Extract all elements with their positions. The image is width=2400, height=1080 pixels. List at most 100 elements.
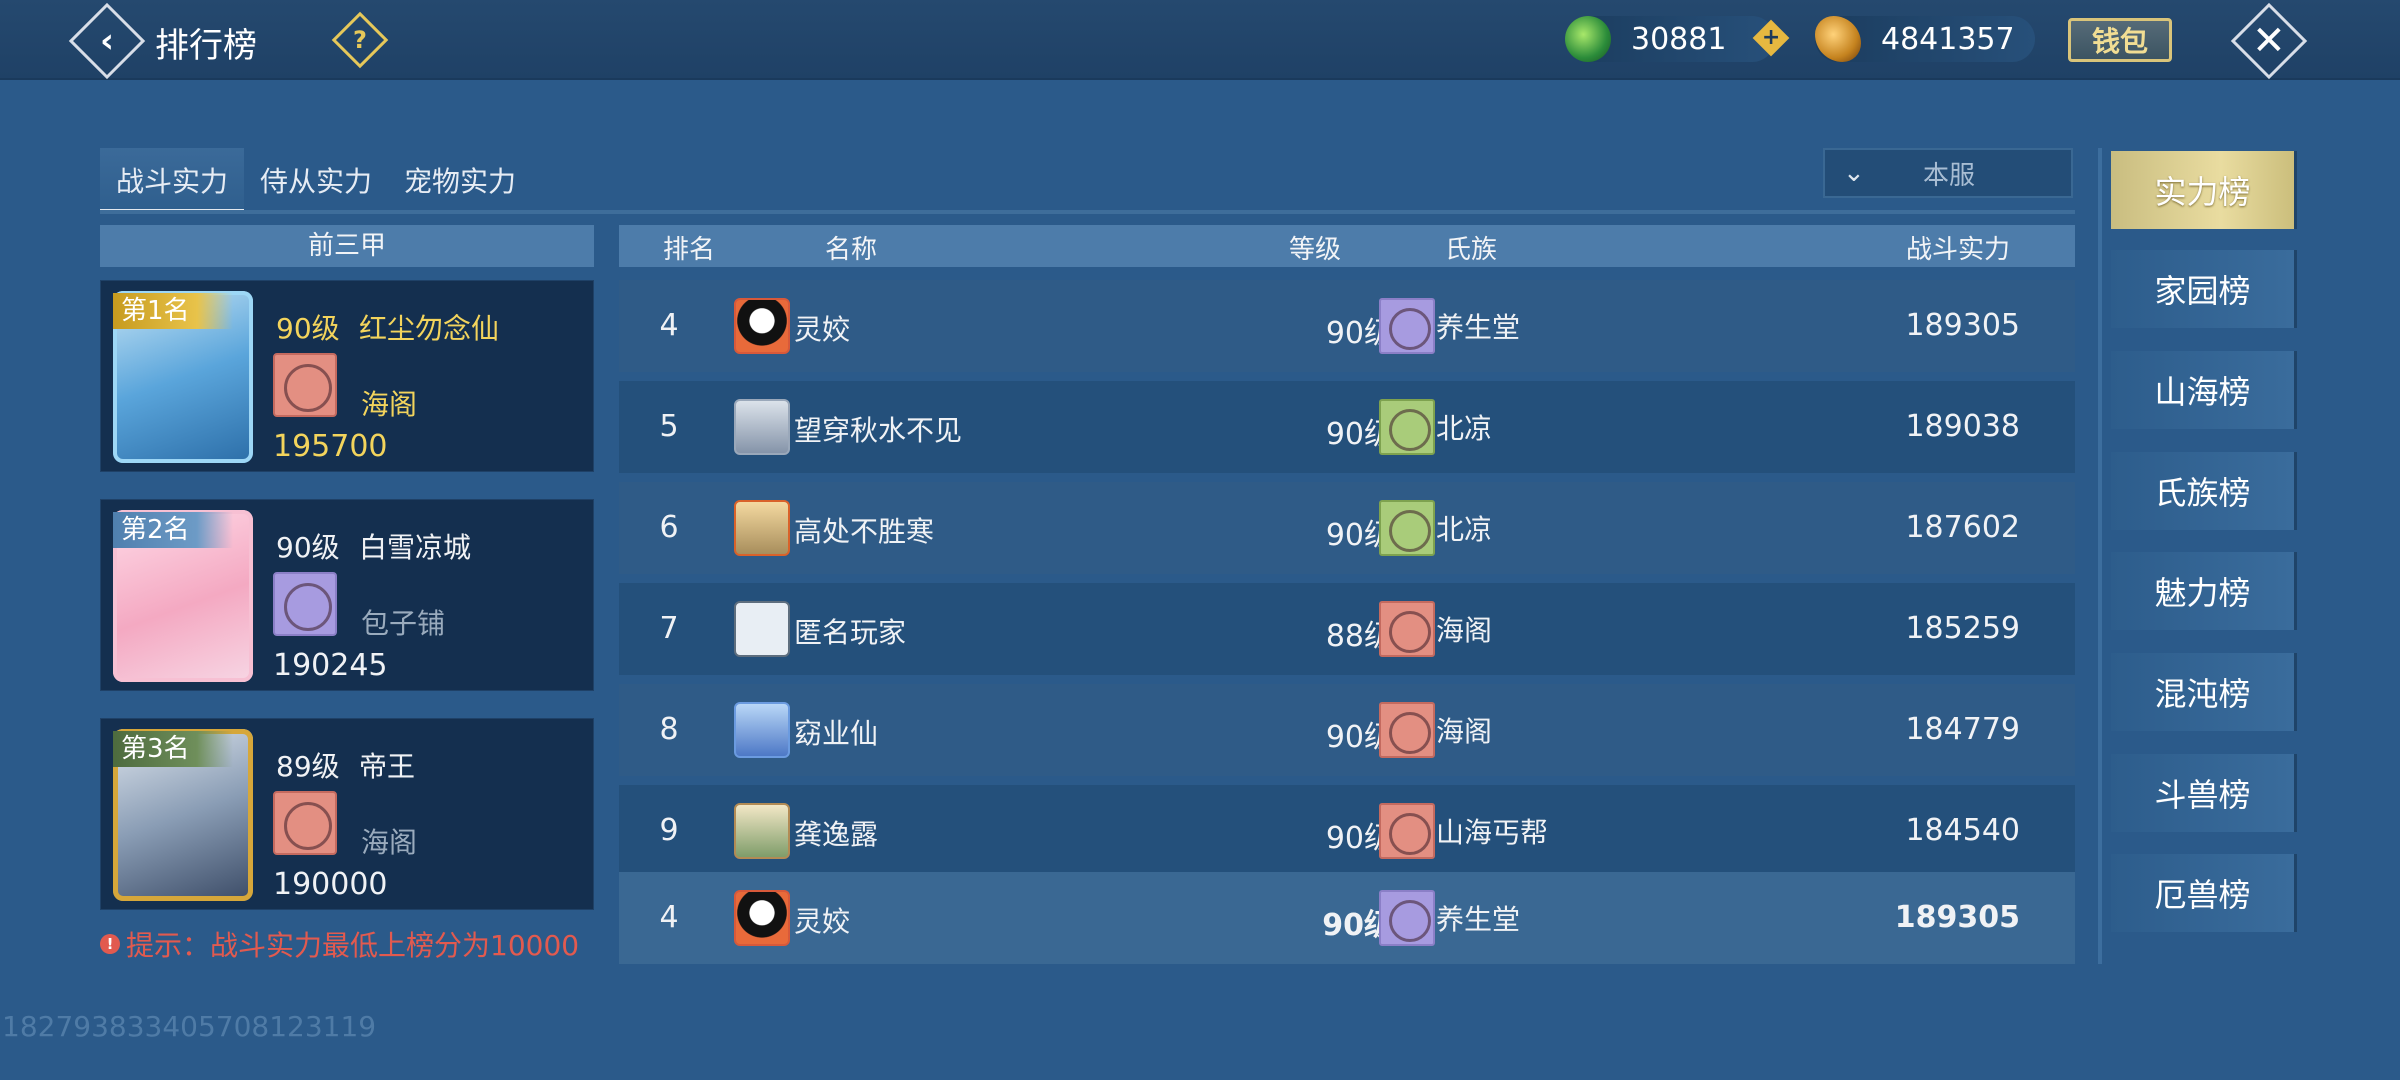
- row-level: 90级: [1325, 518, 1394, 553]
- row-clan: 山海丐帮: [1436, 816, 1549, 849]
- tab-combat-power[interactable]: 战斗实力: [100, 148, 245, 214]
- sidebar-item-calamity-beast-ranking[interactable]: 厄兽榜: [2111, 854, 2297, 932]
- table-row[interactable]: 6 高处不胜寒 90级 北凉 187602: [619, 482, 2075, 574]
- row-power: 187602: [1905, 510, 2020, 545]
- rank-badge: 第2名: [113, 512, 233, 548]
- user-id-watermark: 182793833405708123119: [2, 1010, 377, 1043]
- row-player-name: 灵姣: [794, 905, 851, 938]
- tab-divider: [100, 210, 2075, 214]
- tip-text: 提示：战斗实力最低上榜分为10000: [126, 929, 580, 962]
- server-filter-dropdown[interactable]: ⌄ 本服: [1823, 148, 2073, 198]
- tab-pet-power[interactable]: 宠物实力: [388, 148, 532, 214]
- row-clan: 养生堂: [1436, 311, 1521, 344]
- row-player-name: 窈业仙: [794, 717, 879, 750]
- sidebar-item-shanhai-ranking[interactable]: 山海榜: [2111, 351, 2297, 429]
- row-power: 184540: [1905, 813, 2020, 848]
- clan-emblem-icon: [1379, 702, 1435, 758]
- jade-amount: 30881: [1631, 21, 1727, 57]
- tab-servant-power[interactable]: 侍从实力: [244, 148, 388, 214]
- player-avatar: [734, 702, 790, 758]
- player-avatar: [734, 298, 790, 354]
- page-title: 排行榜: [155, 26, 257, 66]
- combat-power: 190000: [273, 867, 388, 902]
- player-avatar: [734, 890, 790, 946]
- warning-icon: !: [100, 934, 120, 954]
- rank-badge: 第3名: [113, 731, 233, 767]
- row-player-name: 匿名玩家: [794, 616, 907, 649]
- clan-emblem-icon: [273, 572, 337, 636]
- row-level: 90级: [1325, 417, 1394, 452]
- my-ranking-row[interactable]: 4 灵姣 90级 养生堂 189305: [619, 872, 2075, 964]
- column-header-level: 等级: [1289, 235, 1342, 265]
- top3-card-3[interactable]: 第3名 89级 帝王 海阁 190000: [100, 718, 594, 910]
- player-avatar: [734, 399, 790, 455]
- row-clan: 北凉: [1436, 513, 1493, 546]
- row-rank: 9: [659, 813, 679, 848]
- sidebar-item-beast-fight-ranking[interactable]: 斗兽榜: [2111, 754, 2297, 832]
- sidebar-item-clan-ranking[interactable]: 氏族榜: [2111, 452, 2297, 530]
- chevron-down-icon: ⌄: [1843, 158, 1865, 188]
- row-rank: 7: [659, 611, 679, 646]
- player-level: 90级: [276, 531, 340, 564]
- sidebar-item-charm-ranking[interactable]: 魅力榜: [2111, 552, 2297, 630]
- table-row[interactable]: 7 匿名玩家 88级 海阁 185259: [619, 583, 2075, 675]
- player-avatar: [734, 803, 790, 859]
- row-level: 90级: [1325, 821, 1394, 856]
- row-power: 184779: [1905, 712, 2020, 747]
- row-rank: 4: [659, 900, 679, 935]
- column-header-rank: 排名: [663, 235, 716, 265]
- player-avatar: [734, 500, 790, 556]
- clan-emblem-icon: [1379, 298, 1435, 354]
- back-icon: ‹: [99, 20, 115, 61]
- row-rank: 4: [659, 308, 679, 343]
- sidebar-divider: [2098, 148, 2102, 964]
- back-button[interactable]: ‹: [68, 2, 146, 80]
- top3-header: 前三甲: [100, 225, 594, 267]
- row-power: 189305: [1894, 900, 2020, 935]
- close-icon: ✕: [2252, 17, 2286, 64]
- row-level: 90级: [1322, 908, 1394, 943]
- player-name: 帝王: [359, 750, 416, 783]
- jade-coin-icon: [1565, 16, 1611, 62]
- player-level: 90级: [276, 312, 340, 345]
- row-player-name: 高处不胜寒: [794, 515, 935, 548]
- top-bar: ‹ 排行榜 ? 30881 + 4841357 钱包 ✕: [0, 0, 2400, 80]
- help-button[interactable]: ?: [331, 11, 389, 69]
- clan-emblem-icon: [1379, 500, 1435, 556]
- anonymous-avatar-icon: [734, 601, 790, 657]
- row-power: 189305: [1905, 308, 2020, 343]
- gold-ingot-icon: [1815, 16, 1861, 62]
- wallet-button[interactable]: 钱包: [2068, 18, 2172, 62]
- gold-amount: 4841357: [1881, 21, 2015, 57]
- column-header-name: 名称: [825, 235, 878, 265]
- table-row[interactable]: 9 龚逸露 90级 山海丐帮 184540: [619, 785, 2075, 877]
- row-rank: 6: [659, 510, 679, 545]
- table-row[interactable]: 8 窈业仙 90级 海阁 184779: [619, 684, 2075, 776]
- gold-currency: 4841357: [1815, 16, 2035, 62]
- sidebar-item-chaos-ranking[interactable]: 混沌榜: [2111, 653, 2297, 731]
- question-icon: ?: [353, 25, 367, 54]
- clan-emblem-icon: [1379, 890, 1435, 946]
- rank-badge: 第1名: [113, 293, 233, 329]
- row-rank: 5: [659, 409, 679, 444]
- minimum-score-tip: ! 提示：战斗实力最低上榜分为10000: [100, 924, 579, 964]
- sidebar-item-home-ranking[interactable]: 家园榜: [2111, 250, 2297, 328]
- table-row[interactable]: 5 望穿秋水不见 90级 北凉 189038: [619, 381, 2075, 473]
- top3-card-2[interactable]: 第2名 90级 白雪凉城 包子铺 190245: [100, 499, 594, 691]
- sidebar-item-power-ranking[interactable]: 实力榜: [2111, 151, 2297, 229]
- row-clan: 北凉: [1436, 412, 1493, 445]
- player-level: 89级: [276, 750, 340, 783]
- row-player-name: 龚逸露: [794, 818, 879, 851]
- row-level: 90级: [1325, 316, 1394, 351]
- table-row[interactable]: 4 灵姣 90级 养生堂 189305: [619, 280, 2075, 372]
- clan-emblem-icon: [1379, 803, 1435, 859]
- row-player-name: 望穿秋水不见: [794, 414, 963, 447]
- close-button[interactable]: ✕: [2230, 2, 2308, 80]
- top3-card-1[interactable]: 第1名 90级 红尘勿念仙 海阁 195700: [100, 280, 594, 472]
- player-name: 白雪凉城: [359, 531, 472, 564]
- ranking-type-tabs: 战斗实力 侍从实力 宠物实力: [100, 148, 532, 214]
- jade-currency: 30881: [1565, 16, 1775, 62]
- combat-power: 190245: [273, 648, 388, 683]
- row-clan: 海阁: [1436, 614, 1493, 647]
- clan-name: 海阁: [361, 826, 418, 859]
